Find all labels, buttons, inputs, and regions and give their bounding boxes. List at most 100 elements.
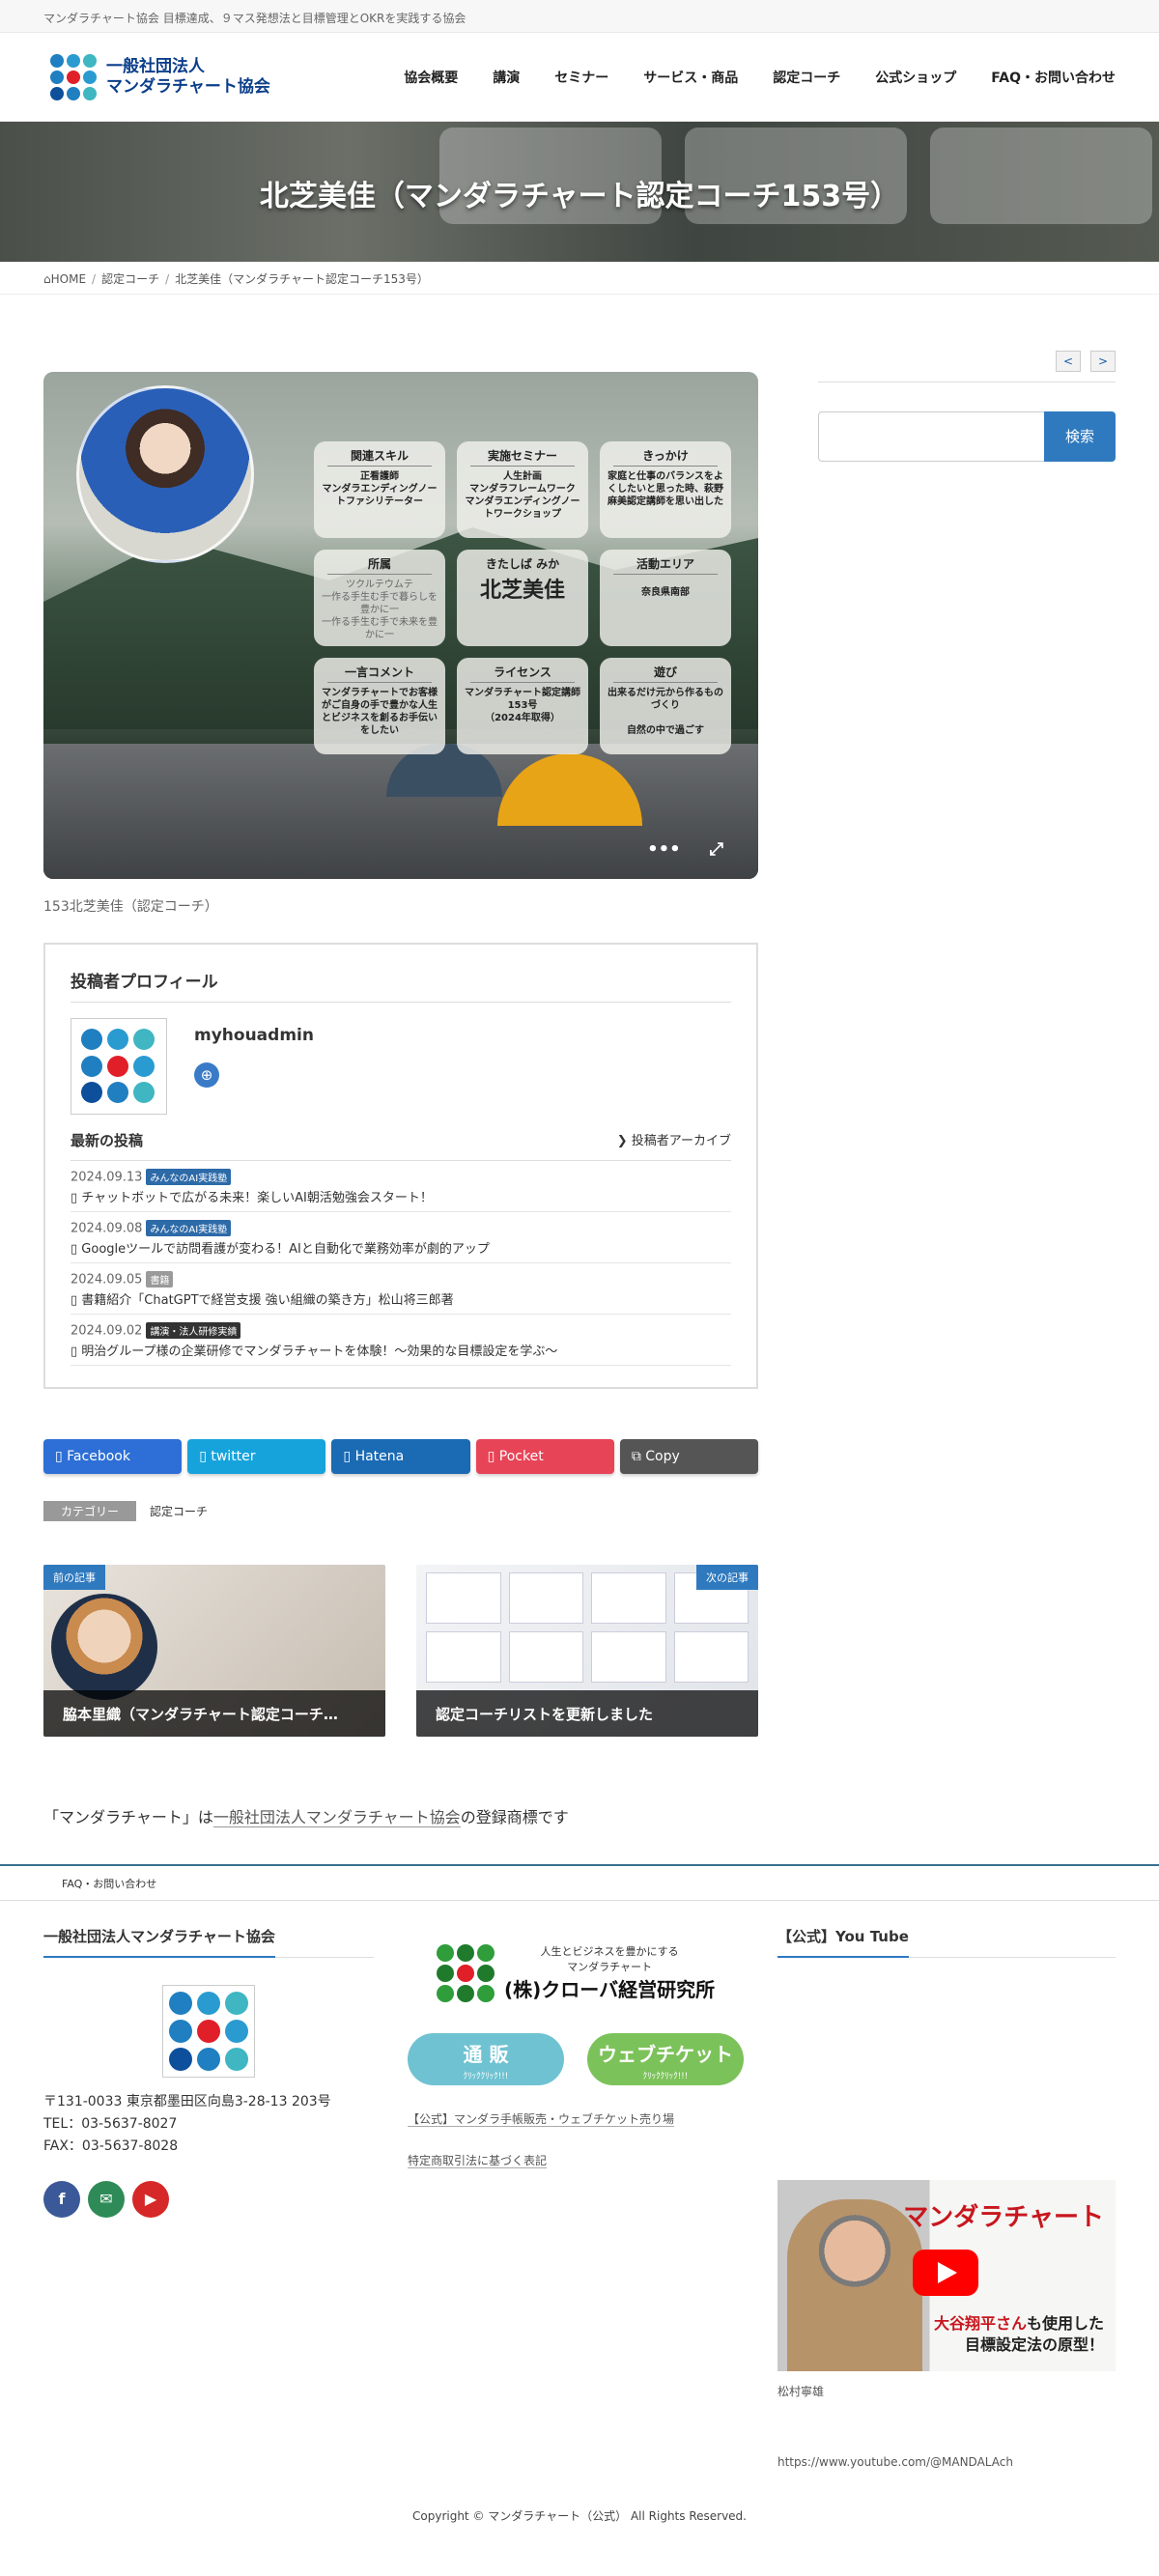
share-pocket-button[interactable]: ▯ Pocket [475,1439,614,1474]
footer-nav: FAQ・お問い合わせ [0,1864,1159,1901]
list-item[interactable]: 2024.09.13 みんなのAI実践塾 ▯ チャットボットで広がる未来！楽しいA… [71,1161,731,1212]
post-tag: みんなのAI実践塾 [146,1169,232,1185]
more-options-icon[interactable]: ••• [647,839,681,860]
share-twitter-button[interactable]: ▯ twitter [187,1439,326,1474]
nav-coach[interactable]: 認定コーチ [773,68,840,87]
author-name: myhouadmin [194,1026,314,1045]
logo-line2: マンダラチャート協会 [106,76,270,97]
nav-services[interactable]: サービス・商品 [643,68,738,87]
nav-shop[interactable]: 公式ショップ [875,68,956,87]
trademark-notice: 「マンダラチャート」は一般社団法人マンダラチャート協会の登録商標です [43,1808,569,1827]
clover-banner[interactable]: 人生とビジネスを豊かにする マンダラチャート (株)クローバ経営研究所 [437,1943,744,2002]
list-item[interactable]: 2024.09.02 講演・法人研修実績 ▯ 明治グループ様の企業研修でマンダラチ… [71,1315,731,1366]
facebook-icon[interactable]: f [43,2181,80,2218]
card-license: ライセンス マンダラチャート認定講師153号 （2024年取得） [457,658,588,754]
prev-page-button[interactable]: < [1056,351,1081,372]
topbar: マンダラチャート協会 目標達成、９マス発想法と目標管理とOKRを実践する協会 [0,0,1159,33]
share-hatena-button[interactable]: ▯ Hatena [331,1439,470,1474]
main-content: 関連スキル 正看護師 マンダラエンディングノートファシリテーター 実施セミナー 人生… [43,295,759,1737]
category-link[interactable]: 認定コーチ [150,1503,208,1519]
recent-posts-list: 2024.09.13 みんなのAI実践塾 ▯ チャットボットで広がる未来！楽しいA… [71,1161,731,1366]
legal-link[interactable]: 特定商取引法に基づく表記 [408,2154,548,2168]
page-hero: 北芝美佳（マンダラチャート認定コーチ153号） [0,122,1159,262]
clover-company: (株)クローバ経営研究所 [504,1978,716,2001]
youtube-icon[interactable]: ▶ [132,2181,169,2218]
nav-lecture[interactable]: 講演 [493,68,520,87]
post-category: カテゴリー 認定コーチ [43,1501,758,1521]
card-skills: 関連スキル 正看護師 マンダラエンディングノートファシリテーター [314,441,445,538]
global-nav: 協会概要 講演 セミナー サービス・商品 認定コーチ 公式ショップ FAQ・お問… [404,68,1116,87]
post-pager: < > [818,351,1116,372]
featured-image[interactable]: 関連スキル 正看護師 マンダラエンディングノートファシリテーター 実施セミナー 人生… [43,372,758,879]
profile-title: 投稿者プロフィール [71,968,731,1003]
breadcrumb-home-label: HOME [50,272,87,286]
breadcrumb-parent[interactable]: 認定コーチ [101,272,159,286]
next-post-badge: 次の記事 [696,1565,758,1590]
sidebar: < > 検索 [818,295,1116,1737]
breadcrumb-current: 北芝美佳（マンダラチャート認定コーチ153号） [175,272,429,286]
footer-col3-title: 【公式】You Tube [777,1926,909,1958]
card-hobby: 遊び 出来るだけ元から作るものづくり 自然の中で過ごす [600,658,731,754]
nav-faq[interactable]: FAQ・お問い合わせ [991,68,1116,87]
youtube-channel-link[interactable]: https://www.youtube.com/@MANDALAch [777,2455,1013,2469]
association-logo-icon [162,1985,255,2078]
play-icon[interactable] [913,2250,978,2296]
author-archive-link[interactable]: ❯ 投稿者アーカイブ [617,1130,731,1150]
nav-about[interactable]: 協会概要 [404,68,458,87]
prev-post-badge: 前の記事 [43,1565,105,1590]
card-comment: 一言コメント マンダラチャートでお客様がご自身の手で豊かな人生とビジネスを創るお手… [314,658,445,754]
profile-card-grid: 関連スキル 正看護師 マンダラエンディングノートファシリテーター 実施セミナー 人生… [314,441,731,754]
footer-col1-title: 一般社団法人マンダラチャート協会 [43,1926,275,1958]
pocket-icon: ▯ [487,1449,499,1464]
fullscreen-icon[interactable]: ⤢ [710,839,723,860]
card-seminar: 実施セミナー 人生計画 マンダラフレームワーク マンダラエンディングノートワークシ… [457,441,588,538]
footer-col-shop: 人生とビジネスを豊かにする マンダラチャート (株)クローバ経営研究所 通 販ｸ… [408,1926,744,2469]
logo-mark-icon [50,53,97,100]
doc-icon: ▯ [71,1191,82,1205]
site-logo[interactable]: 一般社団法人 マンダラチャート協会 [50,53,270,100]
footer-col-association: 一般社団法人マンダラチャート協会 〒131-0033 東京都墨田区向島3-28-… [43,1926,374,2469]
doc-icon: ▯ [71,1242,82,1257]
prev-post-thumbnail [51,1594,157,1700]
facebook-icon: ▯ [55,1449,68,1464]
association-link[interactable]: 一般社団法人マンダラチャート協会 [212,1808,461,1827]
doc-icon: ▯ [71,1345,82,1359]
next-page-button[interactable]: > [1090,351,1116,372]
card-name: きたしば みか 北芝美佳 [457,550,588,646]
website-globe-icon[interactable]: ⊕ [194,1062,219,1088]
footer-fax: FAX：03-5637-8028 [43,2138,179,2154]
clover-tagline: 人生とビジネスを豊かにする マンダラチャート [540,1945,679,1973]
share-facebook-button[interactable]: ▯ Facebook [43,1439,183,1474]
search-input[interactable] [818,411,1044,462]
breadcrumb: ⌂HOME / 認定コーチ / 北芝美佳（マンダラチャート認定コーチ153号） [0,262,1159,295]
footer-faq-link[interactable]: FAQ・お問い合わせ [62,1878,156,1890]
twitter-icon: ▯ [199,1449,212,1464]
hatena-icon: ▯ [343,1449,355,1464]
search-button[interactable]: 検索 [1044,411,1116,462]
mail-icon[interactable]: ✉ [88,2181,125,2218]
author-profile-box: 投稿者プロフィール myhouadmin ⊕ 最新の投稿 ❯ 投稿者アーカイブ … [43,943,758,1389]
list-item[interactable]: 2024.09.08 みんなのAI実践塾 ▯ Googleツールで訪問看護が変わる… [71,1212,731,1263]
topbar-text: マンダラチャート協会 目標達成、９マス発想法と目標管理とOKRを実践する協会 [43,12,466,25]
breadcrumb-home[interactable]: ⌂HOME [43,272,86,286]
youtube-embed[interactable]: マンダラチャート 大谷翔平さんも使用した 目標設定法の原型！ [777,2180,1116,2371]
category-label: カテゴリー [43,1501,137,1521]
mail-order-button[interactable]: 通 販ｸﾘｯｸｸﾘｯｸ!!! [408,2033,564,2085]
copyright: Copyright © マンダラチャート（公式） All Rights Rese… [412,2509,747,2523]
card-reason: きっかけ 家庭と仕事のバランスをよくしたいと思った時、萩野麻美認定講師を思い出した [600,441,731,538]
nav-seminar[interactable]: セミナー [554,68,608,87]
next-post-card[interactable]: 次の記事 認定コーチリストを更新しました [416,1565,758,1737]
footer-address: 〒131-0033 東京都墨田区向島3-28-13 203号 [43,2094,331,2109]
recent-posts-title: 最新の投稿 [71,1132,144,1149]
post-tag: 書籍 [146,1271,174,1288]
search-form: 検索 [818,411,1116,462]
post-tag: 講演・法人研修実績 [146,1322,241,1339]
web-ticket-button[interactable]: ウェブチケット ｸﾘｯｸｸﾘｯｸ!!! [587,2033,744,2085]
list-item[interactable]: 2024.09.05 書籍 ▯ 書籍紹介「ChatGPTで経営支援 強い組織の築き… [71,1263,731,1315]
shop-link[interactable]: 【公式】マンダラ手帳販売・ウェブチケット売り場 [408,2112,675,2127]
youtube-caption: 松村寧雄 [777,2385,825,2398]
site-footer: 一般社団法人マンダラチャート協会 〒131-0033 東京都墨田区向島3-28-… [0,1926,1159,2469]
card-affiliation: 所属 ツクルテウムテ 一作る手生む手で暮らしを豊かに一 一作る手生む手で未来を豊か… [314,550,445,646]
prev-post-card[interactable]: 前の記事 脇本里織（マンダラチャート認定コーチ… [43,1565,385,1737]
share-copy-button[interactable]: ⧉ Copy [619,1439,759,1474]
